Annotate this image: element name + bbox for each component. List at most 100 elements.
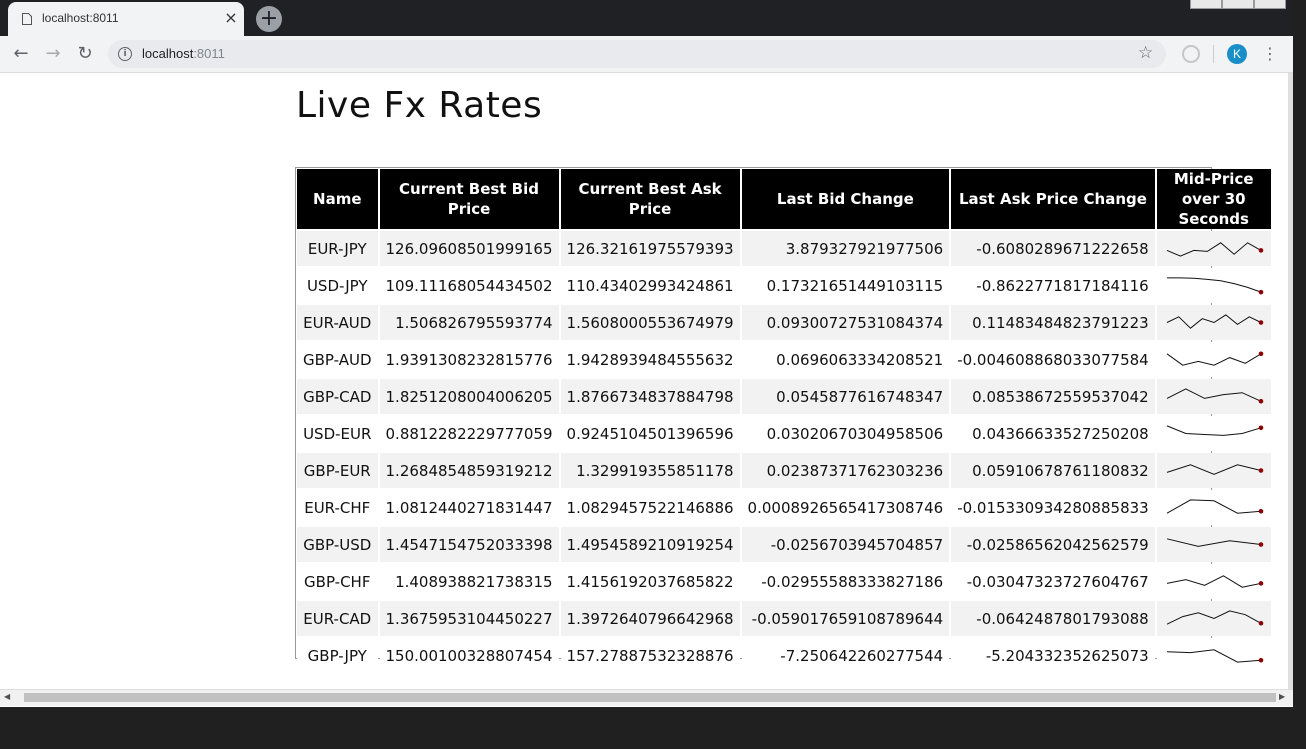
cell-name: EUR-CHF: [297, 490, 378, 525]
table-body: EUR-JPY 126.09608501999165 126.32161975579…: [297, 231, 1271, 673]
sparkline-chart: [1166, 610, 1264, 626]
site-info-icon[interactable]: i: [118, 47, 132, 61]
mid-price-sparkline: [1156, 564, 1271, 599]
cell-bid-price: 1.2684854859319212: [379, 453, 559, 488]
browser-tab[interactable]: localhost:8011 ×: [8, 2, 244, 36]
cell-bid-change: 0.17321651449103115: [741, 268, 950, 303]
tab-strip: localhost:8011 × +: [0, 0, 1293, 36]
cell-ask-change: -0.6080289671222658: [951, 231, 1155, 266]
scrollbar-thumb[interactable]: [24, 693, 1276, 702]
cell-bid-price: 109.11168054434502: [379, 268, 559, 303]
sparkline-chart: [1166, 499, 1264, 514]
mid-price-sparkline: [1156, 453, 1271, 488]
cell-name: EUR-AUD: [297, 305, 378, 340]
cell-name: GBP-EUR: [297, 453, 378, 488]
scroll-right-icon[interactable]: ▶: [1279, 692, 1285, 701]
profile-avatar[interactable]: K: [1227, 44, 1247, 64]
cell-name: EUR-CAD: [297, 601, 378, 636]
mid-price-sparkline: [1156, 416, 1271, 451]
table-header-row: Name Current Best Bid Price Current Best…: [297, 169, 1271, 229]
reload-icon[interactable]: ↻: [74, 43, 96, 65]
sparkline-chart: [1166, 425, 1264, 436]
new-tab-button[interactable]: +: [256, 6, 282, 32]
cell-bid-price: 1.506826795593774: [379, 305, 559, 340]
table-row: EUR-CHF 1.0812440271831447 1.0829457522146…: [297, 490, 1271, 525]
sparkline-line: [1166, 388, 1261, 402]
cell-bid-change: -0.0256703945704857: [741, 527, 950, 562]
sparkline-last-point: [1258, 468, 1264, 473]
url-text[interactable]: localhost:8011: [142, 46, 225, 61]
cell-ask-price: 1.5608000553674979: [560, 305, 740, 340]
sparkline-line: [1166, 242, 1261, 257]
url-port: :8011: [193, 46, 225, 61]
horizontal-scrollbar[interactable]: ◀ ▶: [0, 689, 1293, 706]
close-tab-icon[interactable]: ×: [221, 8, 241, 28]
table-row: GBP-CAD 1.8251208004006205 1.8766734837884…: [297, 379, 1271, 414]
cell-ask-price: 110.43402993424861: [560, 268, 740, 303]
page-content: Live Fx Rates Name Current Best Bid Pric…: [0, 73, 1293, 689]
scroll-left-icon[interactable]: ◀: [4, 692, 10, 701]
bookmark-star-icon[interactable]: ☆: [1138, 43, 1153, 63]
sparkline-chart: [1166, 649, 1264, 663]
minimize-button[interactable]: [1190, 0, 1222, 9]
maximize-button[interactable]: [1222, 0, 1254, 9]
sparkline-last-point: [1258, 248, 1264, 253]
sparkline-last-point: [1258, 351, 1264, 357]
sparkline-last-point: [1258, 657, 1264, 663]
table-row: EUR-CAD 1.3675953104450227 1.3972640796642…: [297, 601, 1271, 636]
header-bid-change: Last Bid Change: [741, 169, 950, 229]
sparkline-last-point: [1258, 425, 1264, 431]
page-title: Live Fx Rates: [296, 85, 543, 126]
back-icon[interactable]: ←: [10, 43, 32, 65]
table-row: GBP-USD 1.4547154752033398 1.4954589210919…: [297, 527, 1271, 562]
vertical-scrollbar[interactable]: [1288, 73, 1293, 689]
address-bar[interactable]: i localhost:8011 ☆: [108, 40, 1166, 68]
cell-name: GBP-AUD: [297, 342, 378, 377]
cell-bid-change: 0.03020670304958506: [741, 416, 950, 451]
cell-name: GBP-USD: [297, 527, 378, 562]
sparkline-chart: [1166, 242, 1264, 257]
cell-ask-change: -0.004608868033077584: [951, 342, 1155, 377]
cell-bid-change: 0.0696063334208521: [741, 342, 950, 377]
close-window-button[interactable]: [1254, 0, 1286, 9]
cell-ask-change: 0.11483484823791223: [951, 305, 1155, 340]
cell-bid-change: 0.0545877616748347: [741, 379, 950, 414]
cell-ask-price: 1.329919355851178: [560, 453, 740, 488]
cell-bid-change: -0.02955588333827186: [741, 564, 950, 599]
sparkline-last-point: [1258, 289, 1264, 295]
sparkline-line: [1166, 649, 1261, 663]
extension-icon[interactable]: [1182, 45, 1200, 63]
cell-bid-price: 1.0812440271831447: [379, 490, 559, 525]
cell-ask-price: 1.3972640796642968: [560, 601, 740, 636]
toolbar-divider: [1213, 45, 1214, 63]
browser-window: localhost:8011 × + ← → ↻ i localhost:801…: [0, 0, 1293, 707]
cell-bid-price: 1.9391308232815776: [379, 342, 559, 377]
cell-ask-change: -5.204332352625073: [951, 638, 1155, 673]
cell-ask-price: 157.27887532328876: [560, 638, 740, 673]
sparkline-line: [1166, 499, 1261, 514]
table-row: GBP-AUD 1.9391308232815776 1.9428939484555…: [297, 342, 1271, 377]
sparkline-chart: [1166, 351, 1264, 366]
cell-name: EUR-JPY: [297, 231, 378, 266]
sparkline-last-point: [1258, 398, 1264, 404]
mid-price-sparkline: [1156, 268, 1271, 303]
table-row: GBP-JPY 150.00100328807454 157.27887532328…: [297, 638, 1271, 673]
cell-ask-change: -0.0642487801793088: [951, 601, 1155, 636]
cell-bid-change: 0.02387371762303236: [741, 453, 950, 488]
cell-name: USD-JPY: [297, 268, 378, 303]
cell-ask-change: 0.08538672559537042: [951, 379, 1155, 414]
sparkline-chart: [1166, 464, 1264, 475]
table-row: GBP-EUR 1.2684854859319212 1.3299193558511…: [297, 453, 1271, 488]
cell-bid-price: 126.09608501999165: [379, 231, 559, 266]
header-mid-price: Mid-Price over 30 Seconds: [1156, 169, 1271, 229]
header-bid-price: Current Best Bid Price: [379, 169, 559, 229]
cell-ask-price: 1.8766734837884798: [560, 379, 740, 414]
sparkline-line: [1166, 425, 1261, 436]
sparkline-chart: [1166, 575, 1264, 588]
cell-bid-change: -7.250642260277544: [741, 638, 950, 673]
forward-icon[interactable]: →: [42, 43, 64, 65]
sparkline-line: [1166, 277, 1261, 293]
mid-price-sparkline: [1156, 379, 1271, 414]
menu-icon[interactable]: ⋮: [1262, 43, 1278, 65]
header-ask-price: Current Best Ask Price: [560, 169, 740, 229]
